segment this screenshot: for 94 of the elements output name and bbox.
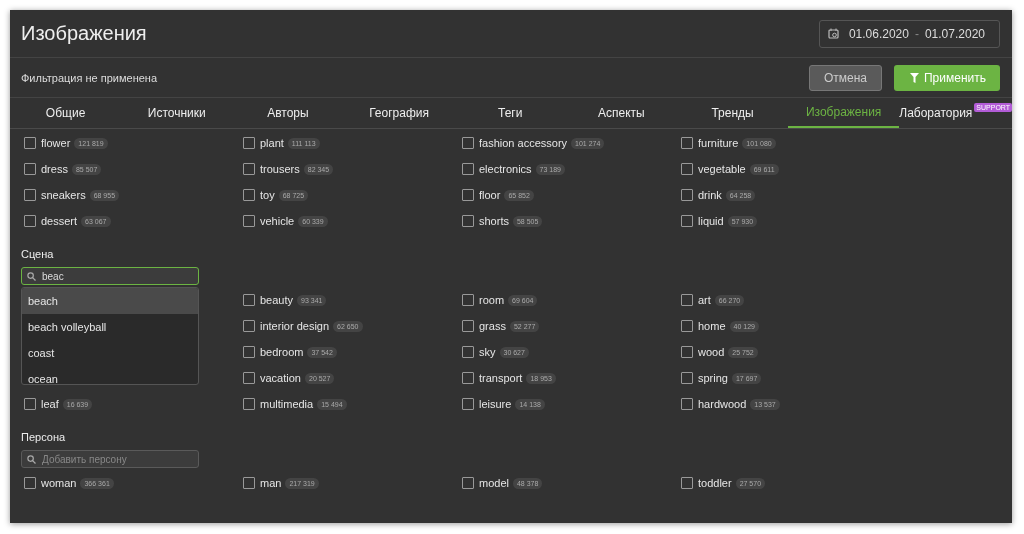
tag-label: bedroom [260, 346, 304, 358]
checkbox[interactable] [24, 215, 36, 227]
tag-label: vehicle [260, 215, 295, 227]
checkbox[interactable] [24, 163, 36, 175]
checkbox[interactable] [24, 189, 36, 201]
checkbox[interactable] [462, 346, 474, 358]
checkbox[interactable] [462, 294, 474, 306]
checkbox[interactable] [462, 189, 474, 201]
tag-label: trousers [260, 163, 300, 175]
checkbox[interactable] [24, 477, 36, 489]
tab[interactable]: Изображения [788, 98, 900, 128]
tag-label: dress [41, 163, 68, 175]
checkbox[interactable] [243, 137, 255, 149]
calendar-icon [827, 28, 839, 39]
tag-label: spring [698, 372, 728, 384]
tag-label: sky [479, 346, 496, 358]
tag-label: electronics [479, 163, 532, 175]
checkbox[interactable] [243, 163, 255, 175]
date-range-picker[interactable]: 01.06.2020 - 01.07.2020 [818, 19, 1000, 48]
checkbox[interactable] [243, 215, 255, 227]
checkbox[interactable] [681, 477, 693, 489]
tag-label: woman [41, 477, 77, 489]
tag-label: leaf [41, 398, 59, 410]
checkbox[interactable] [462, 477, 474, 489]
tag-label: interior design [260, 320, 330, 332]
checkbox[interactable] [24, 398, 36, 410]
checkbox[interactable] [243, 477, 255, 489]
checkbox[interactable] [681, 189, 693, 201]
tag-label: toy [260, 189, 275, 201]
tag-label: liquid [698, 215, 724, 227]
tag-label: man [260, 477, 282, 489]
tab[interactable]: География [343, 98, 455, 128]
tag-label: vacation [260, 372, 301, 384]
checkbox[interactable] [681, 320, 693, 332]
tab[interactable]: Теги [454, 98, 566, 128]
checkbox[interactable] [462, 137, 474, 149]
tag-label: fashion accessory [479, 137, 568, 149]
tag-label: vegetable [698, 163, 746, 175]
checkbox[interactable] [24, 137, 36, 149]
tag-label: plant [260, 137, 284, 149]
cancel-button[interactable]: Отмена [808, 64, 882, 91]
checkbox[interactable] [681, 346, 693, 358]
tag-label: transport [479, 372, 523, 384]
tag-label: flower [41, 137, 71, 149]
page-title: Изображения [21, 22, 147, 45]
checkbox[interactable] [462, 163, 474, 175]
checkbox[interactable] [243, 189, 255, 201]
checkbox[interactable] [243, 346, 255, 358]
checkbox[interactable] [681, 398, 693, 410]
tag-label: drink [698, 189, 722, 201]
tab[interactable]: Тренды [676, 98, 789, 128]
filter-status: Фильтрация не применена [21, 71, 158, 84]
checkbox[interactable] [243, 294, 255, 306]
search-field[interactable]: beac [21, 267, 199, 285]
checkbox[interactable] [681, 372, 693, 384]
suggestion-item[interactable]: ocean [22, 366, 198, 384]
tag-label: shorts [479, 215, 509, 227]
section-heading: Персона [21, 431, 67, 445]
suggestion-item[interactable]: beach [22, 288, 198, 314]
tag-label: room [479, 294, 505, 306]
tag-label: grass [479, 320, 506, 332]
tag-label: model [479, 477, 509, 489]
tag-label: furniture [698, 137, 739, 149]
tag-label: leisure [479, 398, 512, 410]
checkbox[interactable] [462, 372, 474, 384]
checkbox[interactable] [681, 163, 693, 175]
tag-label: toddler [698, 477, 732, 489]
tag-label: home [698, 320, 726, 332]
tab[interactable]: Общие [10, 98, 122, 128]
tag-label: dessert [41, 215, 78, 227]
section-heading: Сцена [21, 248, 55, 262]
tag-label: hardwood [698, 398, 747, 410]
filter-icon [910, 72, 919, 83]
checkbox[interactable] [462, 215, 474, 227]
tag-label: art [698, 294, 711, 306]
tag-label: multimedia [260, 398, 314, 410]
tab[interactable]: Аспекты [565, 98, 677, 128]
checkbox[interactable] [462, 320, 474, 332]
checkbox[interactable] [681, 215, 693, 227]
tab[interactable]: Источники [121, 98, 233, 128]
search-field[interactable]: Добавить персону [21, 450, 199, 468]
tag-label: wood [698, 346, 725, 358]
suggestion-item[interactable]: coast [22, 340, 198, 366]
suggestion-item[interactable]: beach volleyball [22, 314, 198, 340]
tab[interactable]: Авторы [232, 98, 344, 128]
tag-label: floor [479, 189, 501, 201]
checkbox[interactable] [243, 398, 255, 410]
tag-label: sneakers [41, 189, 86, 201]
checkbox[interactable] [243, 320, 255, 332]
checkbox[interactable] [243, 372, 255, 384]
tag-label: beauty [260, 294, 294, 306]
checkbox[interactable] [681, 137, 693, 149]
checkbox[interactable] [462, 398, 474, 410]
checkbox[interactable] [681, 294, 693, 306]
